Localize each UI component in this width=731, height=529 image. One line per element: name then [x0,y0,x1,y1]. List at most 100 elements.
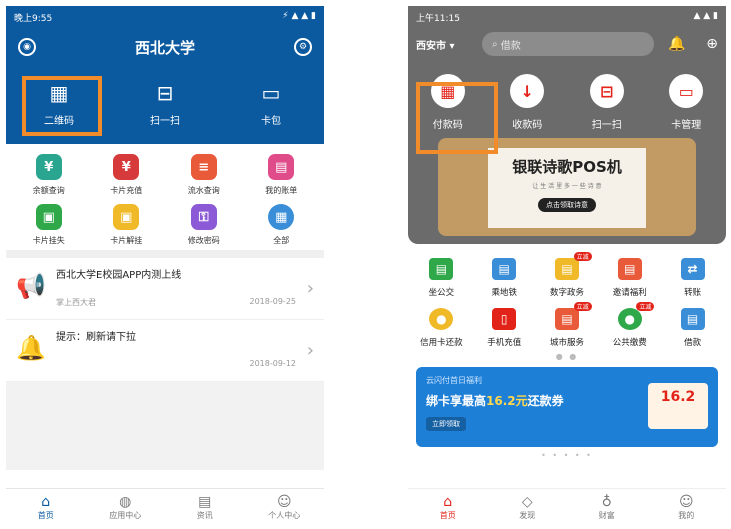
bell-icon[interactable]: 🔔 [668,36,685,52]
grid-item-balance[interactable]: ¥ 余额查询 [10,154,88,196]
grid-label: 转账 [684,288,702,298]
notice-title: 西北大学E校园APP内测上线 [56,270,182,281]
highlight-box [22,76,102,136]
drop-icon: ● [617,308,642,330]
notice-item[interactable]: 📢 西北大学E校园APP内测上线 掌上西大君 2018-09-25 › [6,258,324,320]
promo-card[interactable]: 云闪付首日福利 绑卡享最高16.2元还款券 立即领取 16.2 [416,367,718,447]
scan-button[interactable]: ⊟ 扫一扫 [130,80,200,127]
bottom-tab-bar: ⌂ 首页 ◇ 发现 ♁ 财富 ☺ 我的 [408,488,726,526]
all-icon: ▦ [268,204,295,230]
grid-item-loan[interactable]: ▤ 借款 [661,308,724,348]
grid-item-bus[interactable]: ▤ 坐公交 [410,258,473,298]
grid-label: 数字政务 [549,288,584,298]
home-icon: ⌂ [443,494,453,510]
loan-icon: ▤ [680,308,705,330]
status-bar: 上午11:15 ▲ ▲ ▮ [408,6,726,28]
grid-label: 信用卡还款 [420,338,463,348]
tab-label: 首页 [37,511,54,520]
tab-app-center[interactable]: ◍ 应用中心 [95,494,155,521]
tab-label: 首页 [439,511,456,520]
search-input[interactable]: ⌕ 借款 [482,32,654,56]
right-phone-screen: 上午11:15 ▲ ▲ ▮ 西安市 ▾ ⌕ 借款 🔔 ⊕ ▦ 付款码 ↓ 收款码… [408,6,726,526]
grid-label: 公共缴费 [612,338,647,348]
home-icon: ⌂ [41,494,51,510]
card-wallet-button[interactable]: ▭ 卡包 [236,80,306,127]
grid-item-invite[interactable]: ▤ 邀请福利 [598,258,661,298]
tab-label: 发现 [519,511,536,520]
grid-label: 全部 [273,236,290,245]
grid-item-report-loss[interactable]: ▣ 卡片挂失 [10,204,88,246]
plus-icon[interactable]: ⊕ [706,36,718,52]
grid-label: 手机充值 [487,338,522,348]
search-icon: ⌕ [492,38,501,50]
coupon-graphic: 16.2 [648,383,708,429]
scan-button[interactable]: ⊟ 扫一扫 [572,74,642,131]
chevron-right-icon: › [306,278,314,299]
grid-label: 卡片充值 [110,186,143,195]
city-selector[interactable]: 西安市 ▾ [416,37,482,52]
grid-item-change-password[interactable]: ⚿ 修改密码 [165,204,243,246]
credit-card-icon: ● [429,308,454,330]
city-icon: ▤ [554,308,579,330]
bell-icon: 🔔 [16,334,46,362]
banner-button[interactable]: 点击领取诗意 [538,198,596,212]
banner-indicator: • • • • • [541,451,593,460]
settings-icon[interactable]: ⚙ [293,38,312,56]
banner-subtitle: 让 生 活 里 多 一 些 诗 意 [532,183,602,190]
card-manage-button[interactable]: ▭ 卡管理 [651,74,721,131]
left-phone-screen: 晚上9:55 ⚡ ▲ ▲ ▮ ◉ 西北大学 ⚙ ▦ 二维码 ⊟ 扫一扫 ▭ 卡包… [6,6,324,526]
transfer-icon: ⇄ [680,258,705,280]
status-bar: 晚上9:55 ⚡ ▲ ▲ ▮ [6,6,324,28]
left-header: 晚上9:55 ⚡ ▲ ▲ ▮ ◉ 西北大学 ⚙ ▦ 二维码 ⊟ 扫一扫 ▭ 卡包 [6,6,324,144]
lock-icon: ▣ [35,204,62,230]
grid-item-bill[interactable]: ▤ 我的账单 [243,154,321,196]
scan-label: 扫一扫 [150,116,180,127]
status-time: 晚上9:55 [14,14,53,24]
tab-wealth[interactable]: ♁ 财富 [577,494,637,521]
tab-discover[interactable]: ◇ 发现 [497,494,557,521]
card-wallet-label: 卡包 [261,116,281,127]
status-time: 上午11:15 [416,14,460,24]
wallet-icon: ♁ [601,494,612,510]
promo-button[interactable]: 立即领取 [426,417,466,431]
scan-icon: ⊟ [589,74,624,108]
tab-home[interactable]: ⌂ 首页 [16,494,76,521]
grid-label: 余额查询 [32,186,65,195]
news-icon: ▤ [198,494,212,510]
transactions-icon: ≡ [190,154,217,180]
tab-mine[interactable]: ☺ 我的 [656,494,716,521]
grid-item-transfer[interactable]: ⇄ 转账 [661,258,724,298]
grid-label: 我的账单 [265,186,298,195]
promo-amount: 16.2元 [486,394,528,408]
tab-label: 个人中心 [268,511,301,520]
grid-item-utilities[interactable]: 立减 ● 公共缴费 [598,302,661,348]
gov-icon: ▤ [554,258,579,280]
tab-profile[interactable]: ☺ 个人中心 [254,494,314,521]
notice-item[interactable]: 🔔 提示：刷新请下拉 2018-09-12 › [6,320,324,382]
status-icons: ▲ ▲ ▮ [693,11,718,21]
tab-label: 资讯 [196,511,213,520]
grid-item-gov[interactable]: 立减 ▤ 数字政务 [536,252,599,298]
grid-item-metro[interactable]: ▤ 乘地铁 [473,258,536,298]
grid-item-city-service[interactable]: 立减 ▤ 城市服务 [536,302,599,348]
right-header: 上午11:15 ▲ ▲ ▮ 西安市 ▾ ⌕ 借款 🔔 ⊕ ▦ 付款码 ↓ 收款码… [408,6,726,244]
banner-title: 银联诗歌POS机 [512,158,622,176]
grid-item-all[interactable]: ▦ 全部 [243,204,321,246]
service-grid: ▤ 坐公交 ▤ 乘地铁 立减 ▤ 数字政务 ▤ 邀请福利 ⇄ 转账 ● 信用卡还款 ▯ 手机充值… [408,244,726,352]
grid-label: 坐公交 [428,288,455,298]
grid-item-unlock[interactable]: ▣ 卡片解挂 [88,204,166,246]
balance-icon: ¥ [35,154,62,180]
user-icon[interactable]: ◉ [18,38,36,56]
card-manage-icon: ▭ [669,74,704,108]
tab-home[interactable]: ⌂ 首页 [418,494,478,521]
grid-item-phone-topup[interactable]: ▯ 手机充值 [473,308,536,348]
grid-item-recharge[interactable]: ¥ 卡片充值 [88,154,166,196]
grid-item-transactions[interactable]: ≡ 流水查询 [165,154,243,196]
grid-item-credit-repay[interactable]: ● 信用卡还款 [410,308,473,348]
receive-code-button[interactable]: ↓ 收款码 [492,74,562,131]
notice-date: 2018-09-25 [249,297,297,306]
tab-label: 应用中心 [109,511,142,520]
search-placeholder: 借款 [500,40,521,52]
notice-date: 2018-09-12 [249,359,297,368]
tab-news[interactable]: ▤ 资讯 [175,494,235,521]
